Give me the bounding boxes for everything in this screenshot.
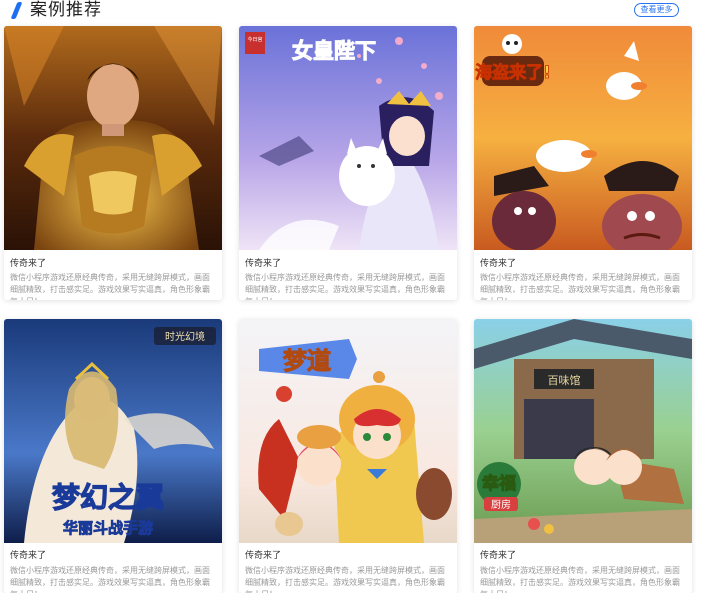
image-logo-text: 今日宫 <box>247 36 262 43</box>
case-title: 传奇来了 <box>480 551 517 561</box>
elf-heroine-image: 时光幻境 梦幻之翼 华丽斗战手游 <box>4 319 222 543</box>
view-more-button[interactable]: 查看更多 <box>634 3 679 17</box>
case-image[interactable] <box>4 26 222 250</box>
case-description: 微信小程序游戏还原经典传奇，采用无缝跨屏模式，画面细腻精致，打击感实足。游戏效果… <box>480 273 680 300</box>
case-title: 传奇来了 <box>245 259 282 269</box>
case-image[interactable]: 百味馆 幸福 厨房 <box>474 319 692 543</box>
image-subtitle-text: 厨房 <box>491 498 511 511</box>
case-card[interactable]: 时光幻境 梦幻之翼 华丽斗战手游 传奇来了 微信小程序游戏还原经典传奇，采用无缝… <box>4 319 222 593</box>
case-image[interactable]: 今日宫 女皇陛下 <box>239 26 457 250</box>
tiger-hood-kids-image: 梦道 <box>239 319 457 543</box>
case-description: 微信小程序游戏还原经典传奇，采用无缝跨屏模式，画面细腻精致，打击感实足。游戏效果… <box>10 273 210 300</box>
section-header: 案例推荐 查看更多 <box>0 0 722 22</box>
pirate-ducks-image: 海盗来了! <box>474 26 692 250</box>
case-title: 传奇来了 <box>10 551 47 561</box>
image-title-text: 幸福 <box>482 473 516 494</box>
image-subtitle-text: 华丽斗战手游 <box>63 519 153 537</box>
village-restaurant-image: 百味馆 幸福 厨房 <box>474 319 692 543</box>
case-title: 传奇来了 <box>245 551 282 561</box>
case-description: 微信小程序游戏还原经典传奇，采用无缝跨屏模式，画面细腻精致，打击感实足。游戏效果… <box>245 566 445 593</box>
title-accent-bar <box>10 2 23 19</box>
case-card[interactable]: 今日宫 女皇陛下 传奇来了 微信小程序游戏还原经典传奇，采用无缝跨屏模式，画面细… <box>239 26 457 300</box>
section-title: 案例推荐 <box>30 0 102 20</box>
case-image[interactable]: 时光幻境 梦幻之翼 华丽斗战手游 <box>4 319 222 543</box>
empress-image: 今日宫 女皇陛下 <box>239 26 457 250</box>
image-title-text: 女皇陛下 <box>292 39 376 63</box>
case-title: 传奇来了 <box>10 259 47 269</box>
case-card[interactable]: 海盗来了! 传奇来了 微信小程序游戏还原经典传奇，采用无缝跨屏模式，画面细腻精致… <box>474 26 692 300</box>
image-sign-text: 百味馆 <box>548 373 581 387</box>
image-title-text: 梦幻之翼 <box>52 481 164 514</box>
case-image[interactable]: 海盗来了! <box>474 26 692 250</box>
case-title: 传奇来了 <box>480 259 517 269</box>
image-logo-text: 时光幻境 <box>165 330 205 343</box>
case-description: 微信小程序游戏还原经典传奇，采用无缝跨屏模式，画面细腻精致，打击感实足。游戏效果… <box>245 273 445 300</box>
armored-warrior-image <box>4 26 222 250</box>
case-card[interactable]: 传奇来了 微信小程序游戏还原经典传奇，采用无缝跨屏模式，画面细腻精致，打击感实足… <box>4 26 222 300</box>
case-image[interactable]: 梦道 <box>239 319 457 543</box>
image-title-text: 梦道 <box>283 347 331 375</box>
case-card[interactable]: 梦道 传奇来了 微信小程序游戏还原经典传奇，采用无缝跨屏模式，画面细腻精致，打击… <box>239 319 457 593</box>
image-title-text: 海盗来了! <box>475 62 551 83</box>
case-card[interactable]: 百味馆 幸福 厨房 传奇来了 微信小程序游戏还原经典传奇，采用无缝跨屏模式，画面… <box>474 319 692 593</box>
case-description: 微信小程序游戏还原经典传奇，采用无缝跨屏模式，画面细腻精致，打击感实足。游戏效果… <box>10 566 210 593</box>
case-description: 微信小程序游戏还原经典传奇，采用无缝跨屏模式，画面细腻精致，打击感实足。游戏效果… <box>480 566 680 593</box>
